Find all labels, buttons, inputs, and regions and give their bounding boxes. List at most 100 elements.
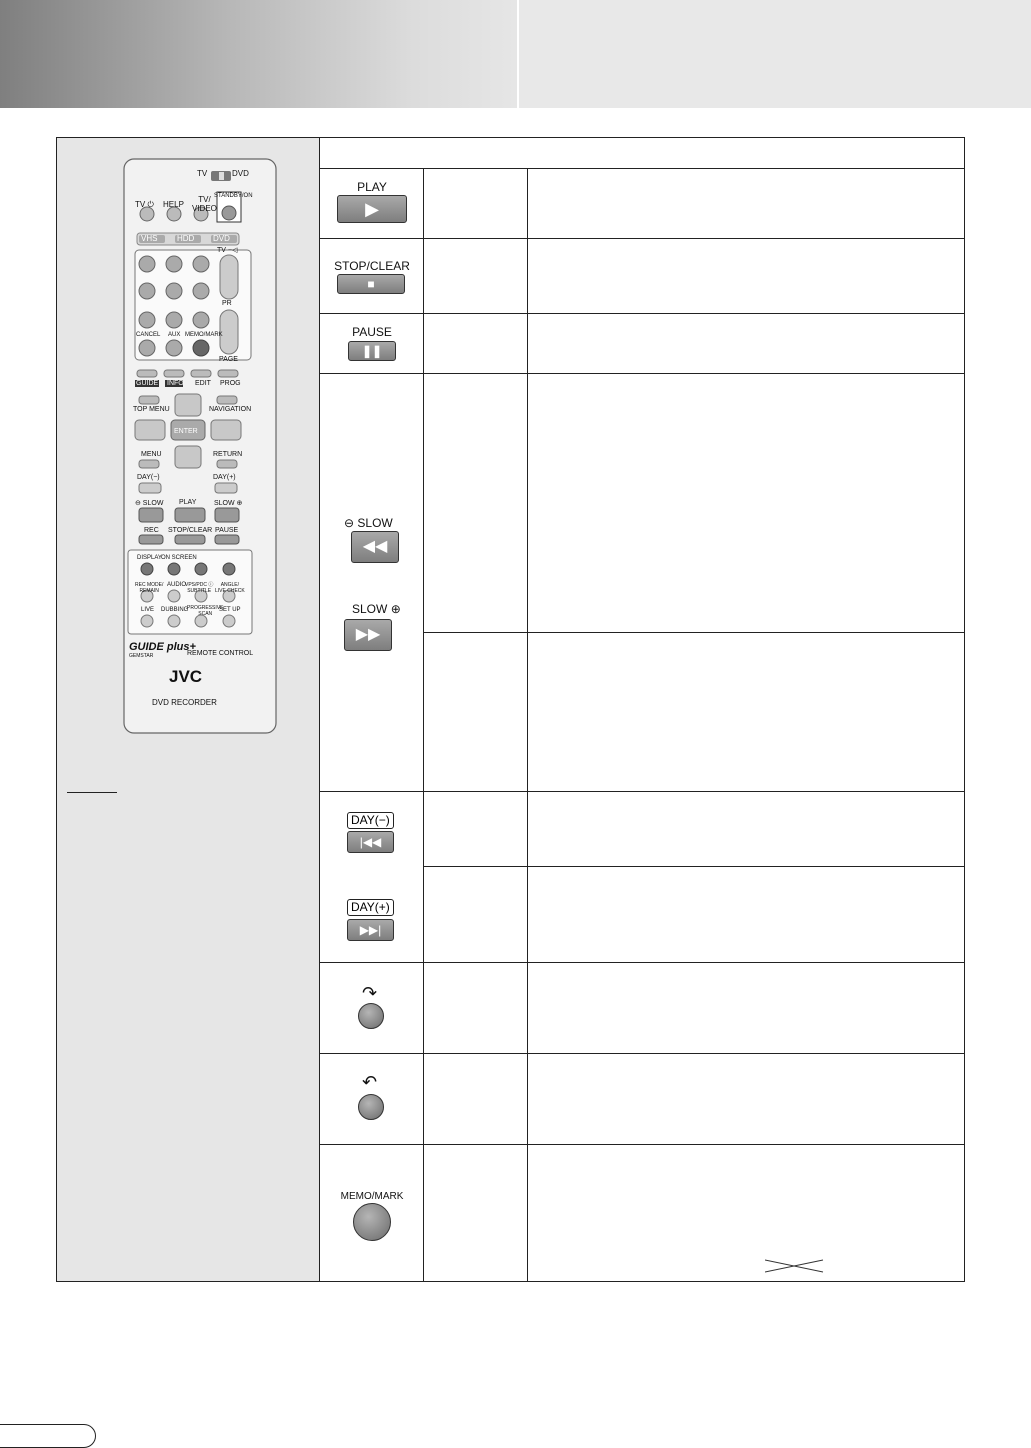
day-name-cell (424, 792, 528, 962)
pause-icon-cell: PAUSE ❚❚ (320, 314, 424, 373)
stop-clear-label: STOP/CLEAR (334, 259, 410, 273)
remote-standby-label: STANDBY/ON (214, 193, 253, 199)
pause-name-cell (424, 314, 528, 373)
stop-icon-cell: STOP/CLEAR ■ (320, 239, 424, 313)
skip-forward-icon: ▶▶| (359, 923, 382, 937)
slow-sub-divider (424, 632, 964, 633)
pause-button: ❚❚ (348, 341, 396, 361)
skip-name-cell (424, 963, 528, 1053)
day-desc-cell (528, 792, 964, 962)
gemstar-logo: GEMSTAR (129, 653, 154, 659)
remote-day-minus-label: DAY(−) (137, 474, 160, 481)
remote-return-label: RETURN (213, 451, 243, 458)
remote-pr-label: PR (222, 300, 232, 307)
play-row: PLAY ▶ (320, 168, 964, 239)
remote-prog-label: PROG (220, 380, 241, 387)
day-plus-label: DAY(+) (347, 899, 394, 916)
remote-tv-vol-label: TV −◁ (217, 247, 238, 254)
remote-rec-label: REC (144, 527, 159, 534)
remote-progressive-label: PROGRESSIVE SCAN (187, 605, 224, 617)
remote-rec-mode-label: REC MODE/ REMAIN (135, 582, 164, 594)
replay-icon-cell: ↶ (320, 1054, 424, 1144)
curved-forward-arrow-icon: ↷ (362, 983, 378, 1003)
replay-name-cell (424, 1054, 528, 1144)
remote-display-label: DISPLAY (137, 555, 162, 561)
play-button: ▶ (337, 195, 407, 223)
header-gradient-band (0, 0, 517, 108)
remote-vps-pdc-label: VPS/PDC ⓘ SUBTITLE (185, 582, 214, 594)
stop-square-icon: ■ (367, 277, 375, 291)
slow-plus-label: SLOW ⊕ (352, 602, 401, 616)
stop-button: ■ (337, 274, 405, 294)
memo-name-cell (424, 1145, 528, 1282)
stop-desc-cell (528, 239, 964, 313)
slow-minus-button: ◀◀ (351, 531, 399, 563)
remote-day-plus-label: DAY(+) (213, 474, 236, 481)
day-minus-button: |◀◀ (347, 831, 394, 853)
slow-plus-text: SLOW (352, 602, 388, 616)
remote-dvd-switch-label: DVD (232, 169, 249, 178)
minus-circle-icon: ⊖ (344, 516, 355, 530)
remote-menu-label: MENU (141, 451, 162, 458)
remote-page-label: PAGE (219, 356, 238, 363)
day-icon-cell: DAY(−) |◀◀ DAY(+) ▶▶| (320, 792, 424, 962)
remote-tv-switch-label: TV (197, 169, 208, 178)
remote-live-label: LIVE (141, 607, 155, 613)
skip-desc-cell (528, 963, 964, 1053)
remote-control-label: REMOTE CONTROL (187, 650, 254, 657)
remote-panel: TV DVD TV ⏻ HELP TV/ VIDEO STANDBY/ON VH… (57, 138, 320, 1281)
page-number-tab (0, 1424, 96, 1448)
slow-icon-cell: ⊖ SLOW ◀◀ SLOW ⊕ ▶▶ (320, 374, 424, 791)
slow-minus-text: SLOW (357, 516, 393, 530)
play-desc-cell (528, 168, 964, 238)
remote-on-screen-label: ON SCREEN (161, 555, 197, 561)
plus-circle-icon: ⊕ (390, 602, 401, 616)
rewind-icon: ◀◀ (362, 538, 388, 555)
slow-plus-button: ▶▶ (344, 619, 392, 651)
day-sub-divider (424, 866, 964, 867)
fast-forward-icon: ▶▶ (355, 626, 381, 643)
stop-name-cell (424, 239, 528, 313)
skip-icon-cell: ↷ (320, 963, 424, 1053)
slow-minus-label: ⊖ SLOW (344, 516, 393, 530)
remote-cancel-label: CANCEL (136, 332, 161, 338)
slow-desc-cell (528, 374, 964, 791)
remote-dvd-mode-label: DVD (213, 234, 230, 243)
remote-play-label: PLAY (179, 499, 197, 506)
slow-name-cell (424, 374, 528, 791)
table-header-row (320, 138, 964, 169)
day-plus-button: ▶▶| (347, 919, 394, 941)
remote-aux-label: AUX (168, 332, 181, 338)
memo-row: MEMO/MARK (320, 1145, 964, 1282)
remote-angle-label: ANGLE/ LIVE CHECK (215, 582, 245, 594)
remote-pause-label: PAUSE (215, 527, 239, 534)
remote-vhs-label: VHS (141, 234, 158, 243)
play-name-cell (424, 168, 528, 238)
button-function-table: TV DVD TV ⏻ HELP TV/ VIDEO STANDBY/ON VH… (56, 137, 965, 1282)
remote-audio-label: AUDIO (167, 582, 187, 588)
memo-mark-round-button (353, 1203, 391, 1241)
remote-help-label: HELP (163, 200, 184, 209)
cross-mark-icon (765, 1259, 824, 1273)
remote-set-up-label: SET UP (219, 607, 241, 613)
memo-desc-cell (528, 1145, 964, 1282)
pause-row: PAUSE ❚❚ (320, 314, 964, 374)
jvc-logo: JVC (169, 667, 203, 686)
notes-underline (67, 792, 117, 793)
remote-slow-plus-label: SLOW ⊕ (214, 500, 243, 507)
pause-bars-icon: ❚❚ (361, 344, 383, 358)
remote-slow-minus-label: ⊖ SLOW (135, 500, 164, 507)
play-arrow-icon: ▶ (365, 199, 379, 219)
remote-navigation-label: NAVIGATION (209, 406, 252, 413)
remote-tv-power-label: TV ⏻ (135, 200, 154, 209)
remote-info-label: INFO (167, 380, 184, 387)
dvd-recorder-label: DVD RECORDER (152, 698, 217, 707)
remote-edit-label: EDIT (195, 380, 211, 387)
pause-label: PAUSE (352, 325, 392, 339)
skip-back-icon: |◀◀ (359, 835, 382, 849)
remote-top-menu-label: TOP MENU (133, 406, 170, 413)
remote-dubbing-label: DUBBING (161, 607, 189, 613)
day-minus-label: DAY(−) (347, 812, 394, 829)
day-row: DAY(−) |◀◀ DAY(+) ▶▶| (320, 792, 964, 963)
replay-round-button (358, 1094, 384, 1120)
